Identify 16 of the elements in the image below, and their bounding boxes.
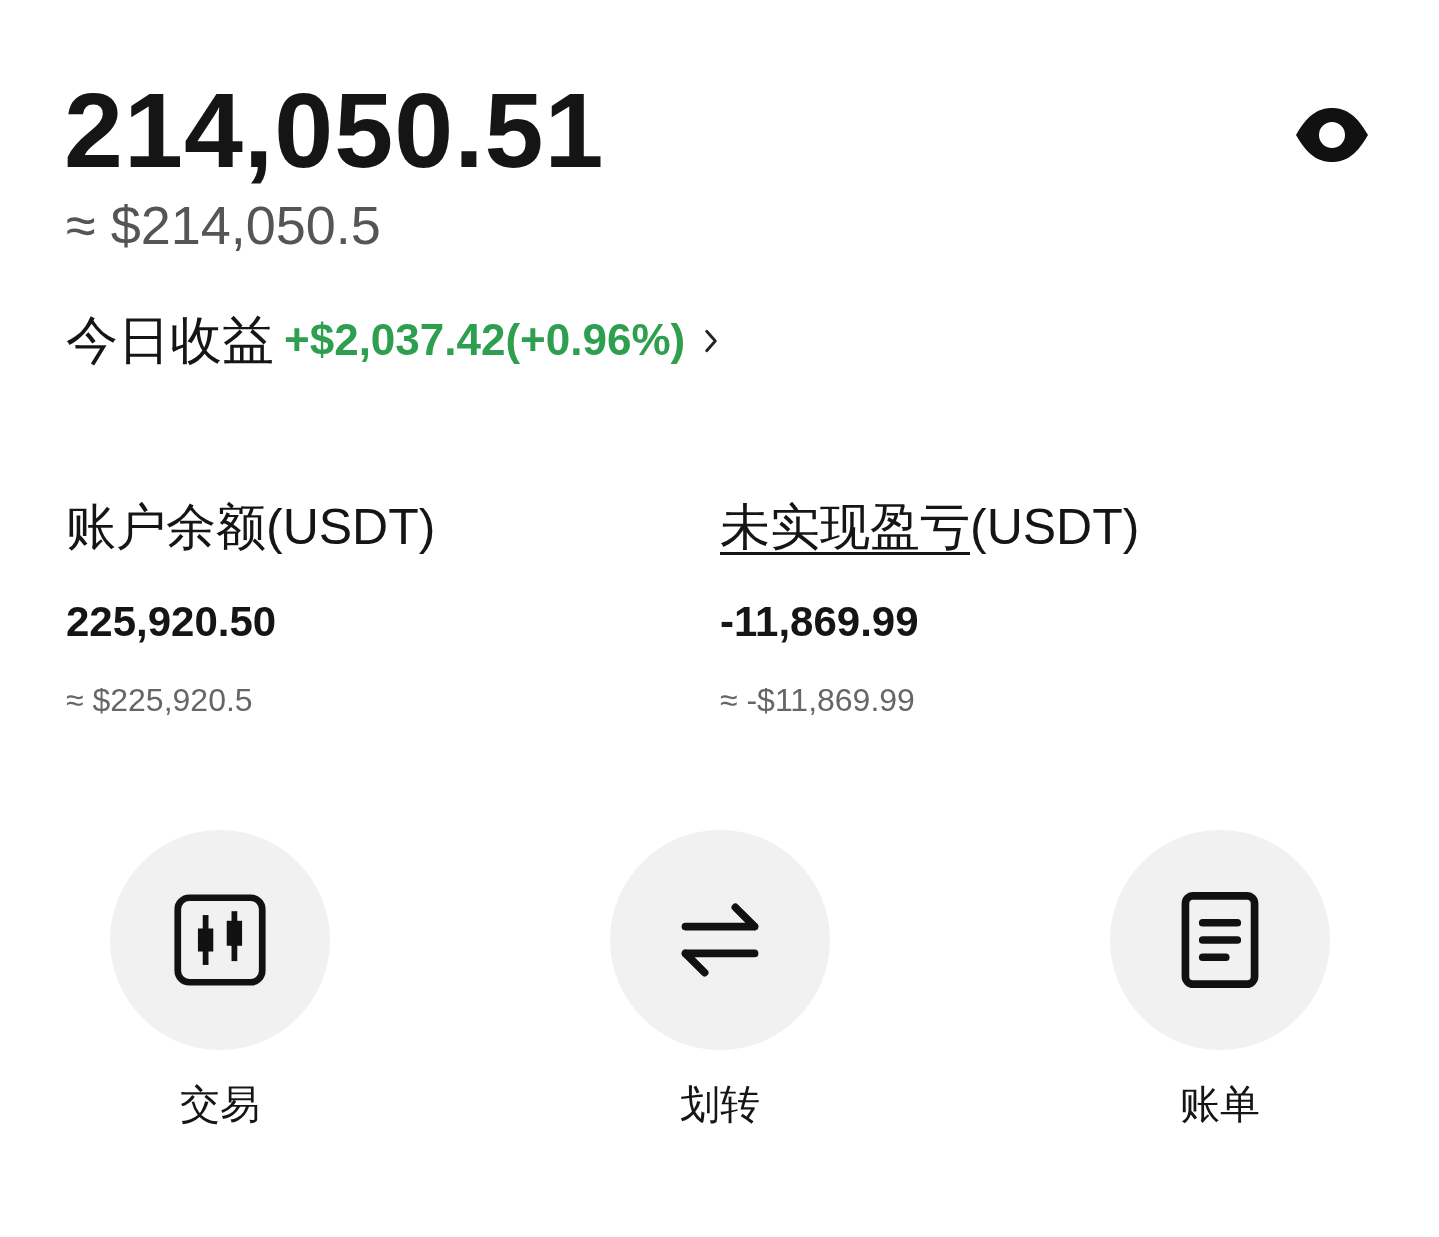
candlestick-icon	[172, 891, 268, 988]
today-pnl-label: 今日收益	[66, 310, 274, 372]
stat-value: 225,920.50	[66, 596, 277, 647]
stat-usd-value: ≈ -$11,869.99	[720, 681, 915, 720]
today-pnl-value: +$2,037.42(+0.96%)	[284, 314, 686, 367]
action-label: 划转	[680, 1080, 760, 1128]
stat-value: -11,869.99	[720, 596, 919, 647]
stat-usd-value: ≈ $225,920.5	[66, 681, 253, 720]
total-balance: 214,050.51	[64, 72, 605, 189]
total-usd-value: ≈ $214,050.5	[66, 193, 381, 257]
eye-icon[interactable]	[1295, 107, 1369, 164]
action-label: 交易	[180, 1080, 260, 1128]
stat-label[interactable]: 未实现盈亏(USDT)	[720, 496, 1140, 557]
stat-label: 账户余额(USDT)	[66, 497, 436, 557]
chevron-right-icon[interactable]	[703, 327, 720, 354]
action-label: 账单	[1180, 1080, 1260, 1128]
